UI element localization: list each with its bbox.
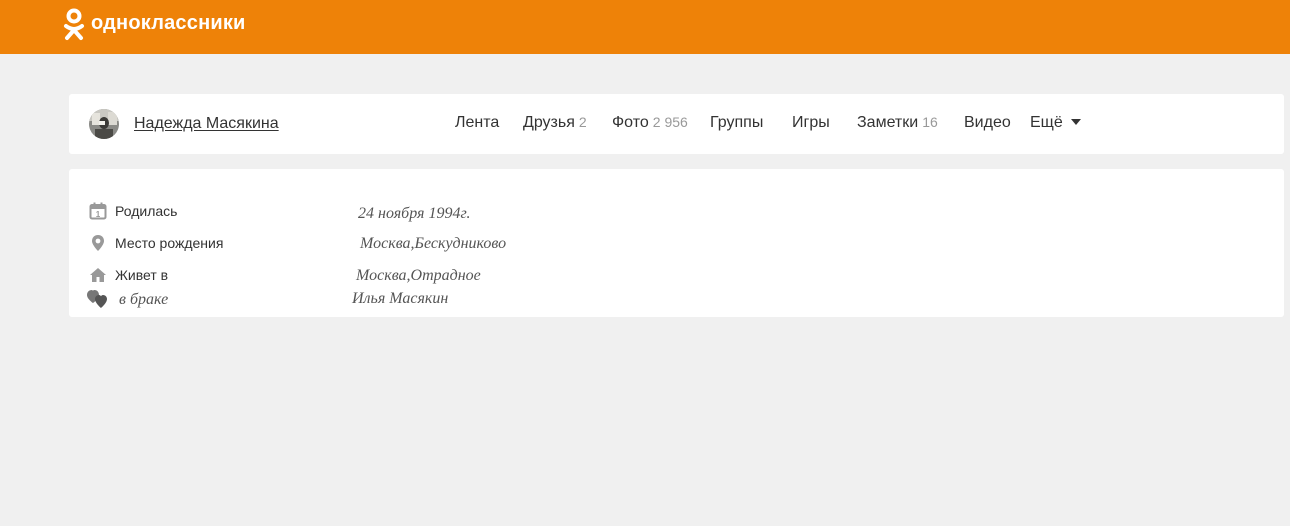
brand-name: одноклассники [91, 11, 246, 34]
brand-logo-link[interactable]: одноклассники [63, 7, 246, 43]
info-row-married: в браке Илья Масякин [69, 287, 1284, 309]
calendar-icon: 1 [89, 202, 107, 220]
chevron-down-icon [1070, 119, 1081, 125]
top-header: одноклассники [0, 0, 1290, 54]
info-label-birthplace: Место рождения [115, 235, 224, 251]
nav-more-dropdown[interactable]: Ещё [1030, 114, 1081, 132]
nav-games-label: Игры [792, 114, 830, 131]
info-value-married[interactable]: Илья Масякин [352, 290, 448, 308]
nav-photos-count: 2 956 [652, 114, 688, 130]
svg-text:1: 1 [96, 210, 101, 219]
info-label-married: в браке [119, 291, 169, 308]
info-row-birthplace: Место рождения Москва,Бескудниково [69, 232, 1284, 254]
nav-more-label: Ещё [1030, 114, 1063, 131]
info-value-birth: 24 ноября 1994г. [358, 205, 471, 222]
profile-nav: Лента Друзья 2 Фото 2 956 Группы Игры Заме… [69, 114, 1284, 134]
nav-video-label: Видео [964, 114, 1011, 131]
hearts-icon [87, 290, 107, 308]
nav-friends[interactable]: Друзья 2 [523, 114, 587, 132]
info-label-birth: Родилась [115, 203, 178, 219]
info-value-lives[interactable]: Москва,Отрадное [356, 267, 481, 285]
info-row-lives: Живет в Москва,Отрадное [69, 264, 1284, 286]
nav-friends-label: Друзья [523, 114, 575, 131]
nav-photos-label: Фото [612, 114, 649, 131]
nav-video[interactable]: Видео [964, 114, 1011, 132]
profile-info-card: 1 Родилась 24 ноября 1994г. Место рожден… [69, 169, 1284, 317]
nav-feed-label: Лента [455, 114, 500, 131]
nav-feed[interactable]: Лента [455, 114, 499, 132]
profile-card: Надежда Масякина Лента Друзья 2 Фото 2 956… [69, 94, 1284, 154]
nav-notes[interactable]: Заметки 16 [857, 114, 938, 132]
nav-notes-label: Заметки [857, 114, 919, 131]
info-label-lives: Живет в [115, 267, 169, 283]
info-row-birth: 1 Родилась 24 ноября 1994г. [69, 200, 1284, 222]
nav-games[interactable]: Игры [792, 114, 830, 132]
nav-notes-count: 16 [922, 114, 938, 130]
nav-groups-label: Группы [710, 114, 764, 131]
ok-logo-icon [64, 8, 84, 40]
nav-groups[interactable]: Группы [710, 114, 763, 132]
info-value-birthplace[interactable]: Москва,Бескудниково [360, 235, 506, 253]
location-pin-icon [92, 235, 104, 251]
home-icon [90, 268, 106, 282]
nav-friends-count: 2 [578, 114, 587, 130]
nav-photos[interactable]: Фото 2 956 [612, 114, 688, 132]
